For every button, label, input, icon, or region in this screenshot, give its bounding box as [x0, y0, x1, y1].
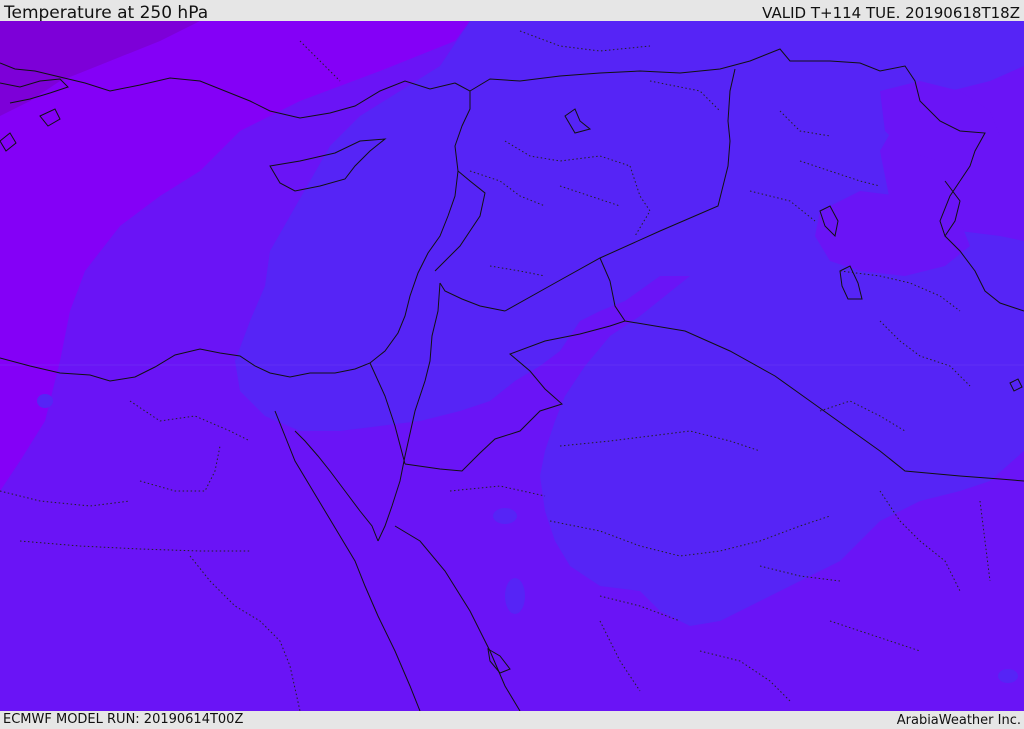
map-panel[interactable]: [0, 21, 1024, 711]
temperature-patch: [998, 669, 1018, 683]
temperature-map[interactable]: [0, 21, 1024, 711]
temperature-patch: [505, 578, 525, 614]
credit-label: ArabiaWeather Inc.: [896, 713, 1021, 728]
header-bar: Temperature at 250 hPa VALID T+114 TUE. …: [0, 0, 1024, 23]
model-run-label: ECMWF MODEL RUN: 20190614T00Z: [3, 712, 244, 727]
temperature-patch: [493, 508, 517, 524]
footer-bar: ECMWF MODEL RUN: 20190614T00Z ArabiaWeat…: [0, 711, 1024, 729]
map-title: Temperature at 250 hPa: [4, 3, 209, 23]
temperature-patch: [37, 394, 53, 408]
